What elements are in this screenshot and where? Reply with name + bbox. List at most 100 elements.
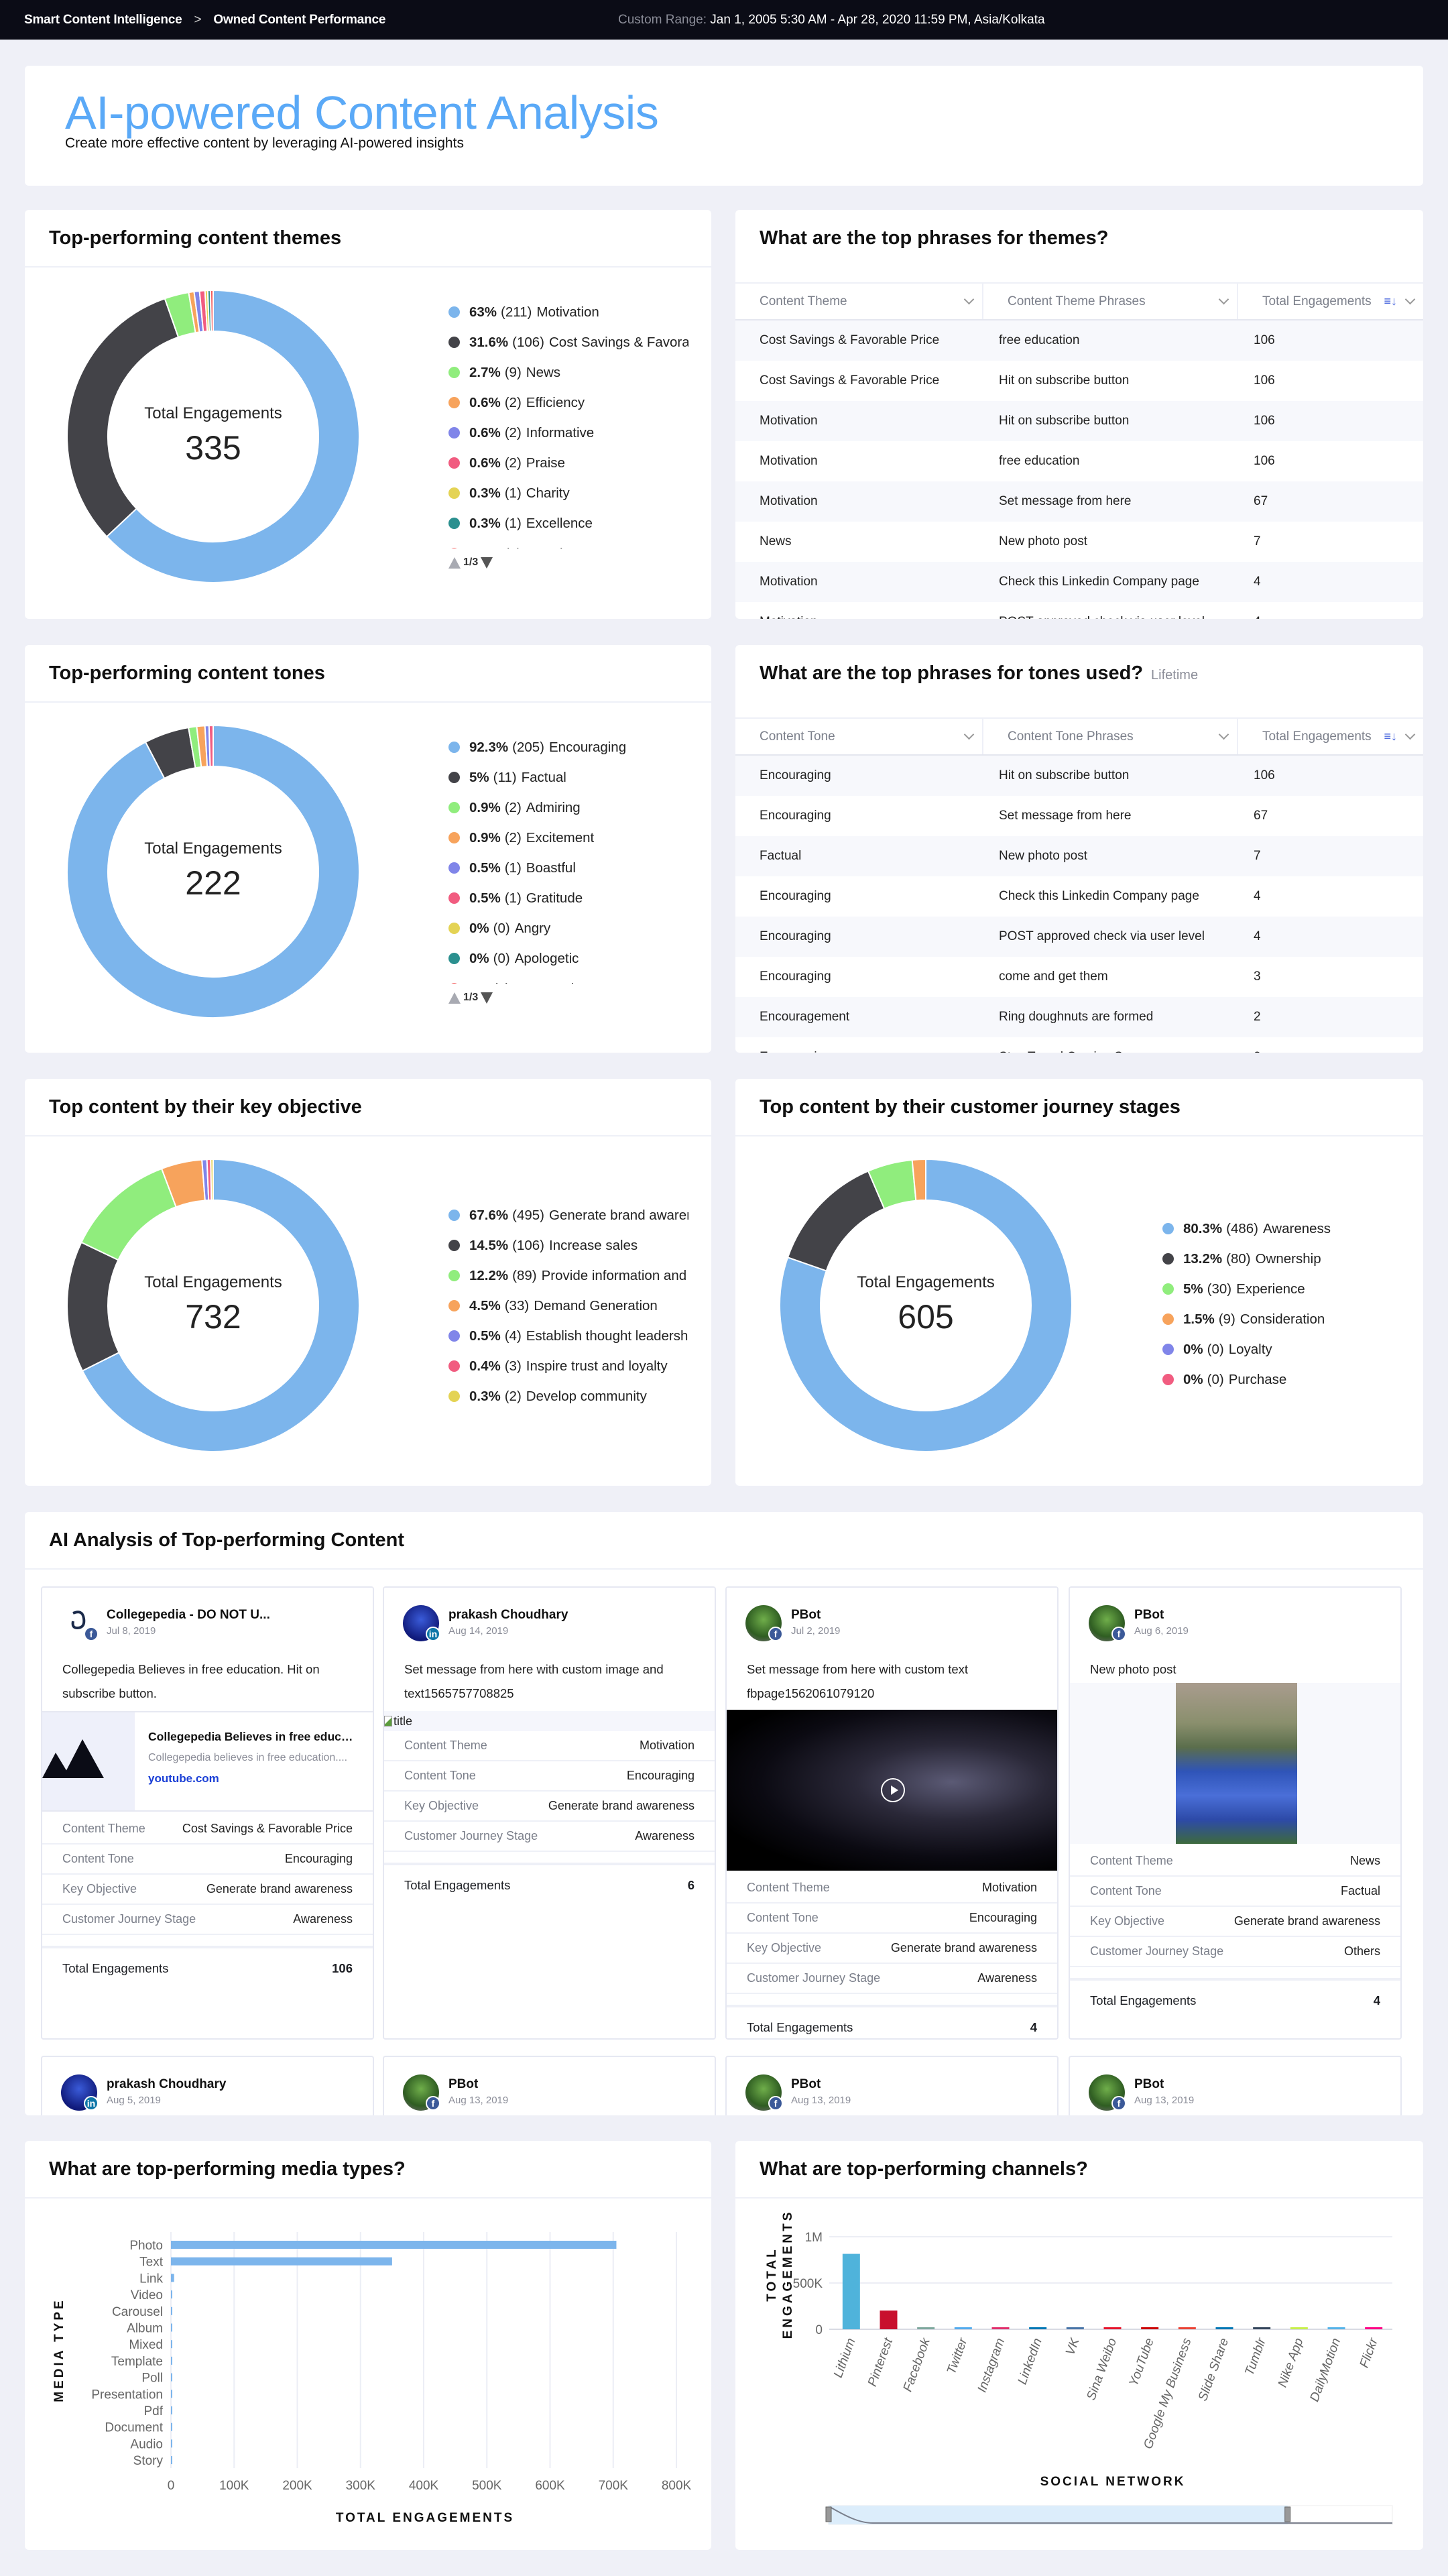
chevron-down-icon[interactable] <box>1218 729 1229 740</box>
legend-item[interactable]: 5% (11) Factual <box>448 762 688 793</box>
table-row[interactable]: Motivation Set message from here 67 <box>735 481 1423 522</box>
donut-slice-proud[interactable] <box>209 289 214 333</box>
column-header[interactable]: Content Tone Phrases <box>983 719 1238 754</box>
content-card[interactable]: f PBot Aug 13, 2019 <box>725 2056 1059 2115</box>
navigator-right-handle[interactable] <box>1284 2506 1291 2522</box>
range-navigator[interactable] <box>825 2505 1393 2525</box>
bar-text[interactable] <box>171 2257 392 2266</box>
sort-descending-icon[interactable]: ≡↓ <box>1384 294 1397 308</box>
content-card[interactable]: f Collegepedia - DO NOT U... Jul 8, 2019 Co… <box>41 1586 374 2040</box>
navigator-selection[interactable] <box>829 2506 1288 2524</box>
bar-linkedin[interactable] <box>1029 2327 1047 2329</box>
table-row[interactable]: EncouragingStay Tuned Coming Soon2 <box>735 1037 1423 1053</box>
author-name[interactable]: PBot <box>1134 2077 1164 2092</box>
legend-item[interactable]: 12.2% (89) Provide information and <box>448 1261 688 1291</box>
bar-story[interactable] <box>171 2456 172 2465</box>
bar-slide-share[interactable] <box>1215 2327 1233 2329</box>
table-row[interactable]: News New photo post 7 <box>735 522 1423 562</box>
bar-pdf[interactable] <box>171 2406 172 2414</box>
bar-sina-weibo[interactable] <box>1103 2327 1122 2329</box>
content-card[interactable]: f PBot Jul 2, 2019 Set message from here wi… <box>725 1586 1059 2040</box>
legend-item[interactable]: 0.3% (1) Proud <box>448 538 688 548</box>
legend-item[interactable]: 63% (211) Motivation <box>448 297 688 327</box>
legend-item[interactable]: 0% (0) Angry <box>448 913 688 943</box>
author-name[interactable]: prakash Choudhary <box>107 2077 226 2092</box>
legend-item[interactable]: 0.6% (2) Praise <box>448 448 688 478</box>
chevron-down-icon[interactable] <box>963 729 975 740</box>
link-preview[interactable]: Collegepedia Believes in free educati...… <box>42 1711 373 1812</box>
date-range[interactable]: Custom Range: Jan 1, 2005 5:30 AM - Apr … <box>618 13 1045 27</box>
donut-slice-gratitude[interactable] <box>208 724 214 768</box>
table-row[interactable]: Encouraging Hit on subscribe button 106 <box>735 756 1423 796</box>
author-name[interactable]: Collegepedia - DO NOT U... <box>107 1608 270 1623</box>
table-row[interactable]: Encouraging come and get them 3 <box>735 957 1423 997</box>
bar-tumblr[interactable] <box>1253 2327 1271 2329</box>
legend-item[interactable]: 92.3% (205) Encouraging <box>448 732 688 762</box>
bar-poll[interactable] <box>171 2373 172 2382</box>
bar-nike-app[interactable] <box>1290 2327 1308 2329</box>
bar-template[interactable] <box>171 2356 172 2365</box>
legend-item[interactable]: 31.6%(106) Cost Savings & Favorable Price <box>448 327 688 357</box>
legend-item[interactable]: 0.3% (1) Charity <box>448 478 688 508</box>
legend-item[interactable]: 0% (0) Purchase <box>1162 1364 1399 1395</box>
bar-presentation[interactable] <box>171 2390 172 2398</box>
legend-item[interactable]: 14.5% (106) Increase sales <box>448 1230 688 1261</box>
table-row[interactable]: Cost Savings & Favorable Price Hit on sub… <box>735 361 1423 401</box>
legend-item[interactable]: 0.9% (2) Excitement <box>448 823 688 853</box>
bar-link[interactable] <box>171 2274 174 2282</box>
bar-twitter[interactable] <box>954 2327 972 2329</box>
link-url[interactable]: youtube.com <box>148 1772 359 1785</box>
bar-instagram[interactable] <box>991 2327 1010 2329</box>
table-row[interactable]: Factual New photo post 7 <box>735 836 1423 876</box>
column-header[interactable]: Total Engagements ≡↓ <box>1238 284 1423 319</box>
pager-up-icon[interactable] <box>448 557 461 569</box>
column-header[interactable]: Content Theme <box>735 284 983 319</box>
bar-photo[interactable] <box>171 2241 617 2249</box>
donut-slice-ownership[interactable] <box>786 1170 886 1272</box>
author-name[interactable]: prakash Choudhary <box>448 1608 568 1623</box>
bar-google-my-business[interactable] <box>1178 2327 1196 2329</box>
legend-item[interactable]: 5% (30) Experience <box>1162 1274 1399 1304</box>
column-header[interactable]: Total Engagements ≡↓ <box>1238 719 1423 754</box>
bar-mixed[interactable] <box>171 2340 172 2349</box>
bar-vk[interactable] <box>1066 2327 1084 2329</box>
chevron-down-icon[interactable] <box>963 294 975 305</box>
legend-item[interactable]: 0.5% (1) Gratitude <box>448 883 688 913</box>
bar-video[interactable] <box>171 2290 172 2299</box>
content-card[interactable]: in prakash Choudhary Aug 5, 2019 <box>41 2056 374 2115</box>
bar-audio[interactable] <box>171 2439 172 2448</box>
bar-youtube[interactable] <box>1141 2327 1159 2329</box>
chevron-down-icon[interactable] <box>1404 729 1416 740</box>
table-row[interactable]: Cost Savings & Favorable Price free educa… <box>735 320 1423 361</box>
bar-album[interactable] <box>171 2323 172 2332</box>
table-row[interactable]: Encouraging POST approved check via user … <box>735 917 1423 957</box>
breadcrumb-smart-content-intelligence[interactable]: Smart Content Intelligence <box>24 13 182 27</box>
donut-slice-provide-information-and[interactable] <box>80 1167 177 1261</box>
donut-slice-develop-community[interactable] <box>210 1158 214 1202</box>
breadcrumb-owned-content-performance[interactable]: Owned Content Performance <box>213 13 385 27</box>
bar-pinterest[interactable] <box>880 2310 898 2329</box>
legend-item[interactable]: 1.5% (9) Consideration <box>1162 1304 1399 1334</box>
pager-down-icon[interactable] <box>481 992 493 1004</box>
author-name[interactable]: PBot <box>448 2077 478 2092</box>
legend-item[interactable]: 13.2% (80) Ownership <box>1162 1244 1399 1274</box>
table-row[interactable]: Encouraging Set message from here 67 <box>735 796 1423 836</box>
table-row[interactable]: Encouragement Ring doughnuts are formed 2 <box>735 997 1423 1037</box>
content-card[interactable]: f PBot Aug 6, 2019 New photo post Content Th… <box>1069 1586 1402 2040</box>
legend-item[interactable]: 80.3% (486) Awareness <box>1162 1214 1399 1244</box>
legend-item[interactable]: 4.5% (33) Demand Generation <box>448 1291 688 1321</box>
legend-item[interactable]: 0.6% (2) Efficiency <box>448 388 688 418</box>
legend-item[interactable]: 0.6% (2) Informative <box>448 418 688 448</box>
legend-item[interactable]: 0.4% (3) Inspire trust and loyalty <box>448 1351 688 1381</box>
author-name[interactable]: PBot <box>1134 1608 1164 1623</box>
play-icon[interactable] <box>881 1778 905 1802</box>
navigator-left-handle[interactable] <box>825 2506 832 2522</box>
table-row[interactable]: Motivation free education 106 <box>735 441 1423 481</box>
content-card[interactable]: f PBot Aug 13, 2019 <box>383 2056 716 2115</box>
content-card[interactable]: f PBot Aug 13, 2019 <box>1069 2056 1402 2115</box>
bar-facebook[interactable] <box>917 2327 935 2329</box>
column-header[interactable]: Content Theme Phrases <box>983 284 1238 319</box>
author-name[interactable]: PBot <box>791 2077 821 2092</box>
pager-up-icon[interactable] <box>448 992 461 1004</box>
legend-item[interactable]: 0% (0) Loyalty <box>1162 1334 1399 1364</box>
